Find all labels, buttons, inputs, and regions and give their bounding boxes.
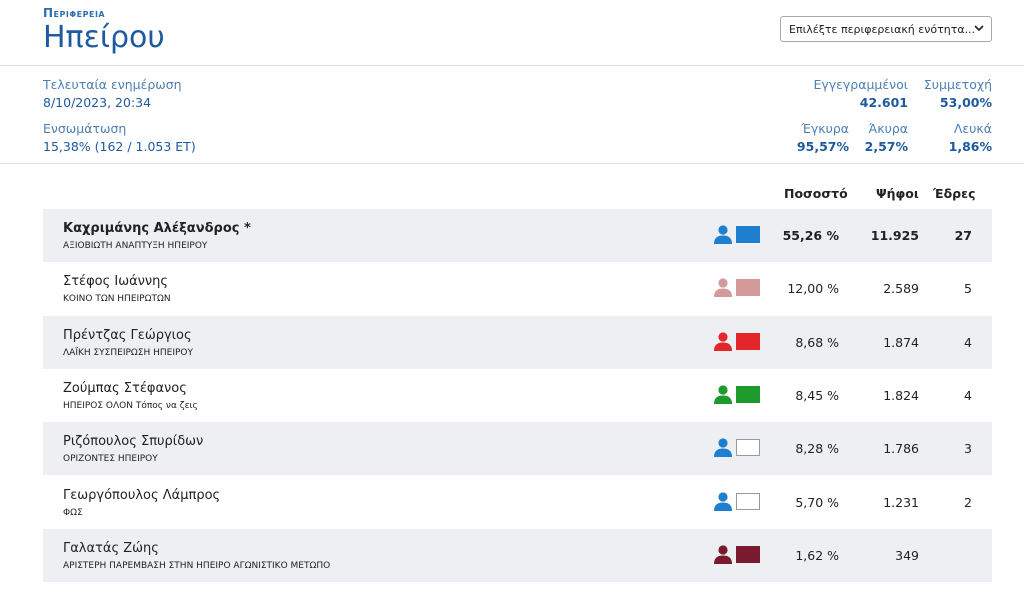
valid-value: 95,57% bbox=[796, 139, 849, 154]
vote-count: 11.925 bbox=[870, 228, 919, 243]
party-color-swatch bbox=[736, 492, 760, 510]
turnout: Συμμετοχή 53,00% bbox=[924, 77, 992, 110]
regional-unit-select[interactable]: Επιλέξτε περιφερειακή ενότητα... bbox=[780, 16, 992, 42]
candidate-name: Ζούμπας Στέφανος bbox=[63, 380, 187, 396]
party-color-swatch bbox=[736, 439, 760, 457]
header-seats: Έδρες bbox=[933, 186, 976, 201]
party-color-swatch bbox=[736, 385, 760, 403]
meta-divider bbox=[0, 163, 1024, 164]
vote-count: 1.874 bbox=[883, 334, 919, 350]
vote-percent: 5,70 % bbox=[795, 494, 839, 510]
invalid: Άκυρα 2,57% bbox=[865, 121, 908, 154]
candidate-name: Γαλατάς Ζώης bbox=[63, 540, 159, 556]
regional-unit-select-value: Επιλέξτε περιφερειακή ενότητα... bbox=[789, 23, 976, 36]
registered-label: Εγγεγραμμένοι bbox=[813, 77, 908, 92]
candidate-name: Καχριμάνης Αλέξανδρος * bbox=[63, 221, 251, 236]
person-icon bbox=[713, 385, 733, 404]
region-title: Ηπείρου bbox=[43, 20, 165, 55]
party-name: ΑΞΙΟΒΙΩΤΗ ΑΝΑΠΤΥΞΗ ΗΠΕΙΡΟΥ bbox=[63, 241, 208, 251]
vote-count: 2.589 bbox=[883, 281, 919, 297]
last-update-value: 8/10/2023, 20:34 bbox=[43, 95, 152, 110]
party-name: ΗΠΕΙΡΟΣ ΟΛΟΝ Τόπος να ζεις bbox=[63, 400, 198, 411]
turnout-label: Συμμετοχή bbox=[923, 77, 992, 92]
integration-label: Ενσωμάτωση bbox=[43, 121, 127, 136]
candidate-name: Ριζόπουλος Σπυρίδων bbox=[63, 434, 204, 450]
integration-value: 15,38% (162 / 1.053 ΕΤ) bbox=[43, 139, 196, 154]
vote-percent: 12,00 % bbox=[787, 281, 839, 297]
header-votes: Ψήφοι bbox=[876, 186, 919, 201]
party-name: ΦΩΣ bbox=[63, 507, 83, 518]
registered-value: 42.601 bbox=[859, 95, 908, 110]
valid: Έγκυρα 95,57% bbox=[797, 121, 849, 154]
person-icon bbox=[713, 225, 733, 244]
table-row[interactable]: Ζούμπας Στέφανος ΗΠΕΙΡΟΣ ΟΛΟΝ Τόπος να ζε… bbox=[43, 369, 992, 422]
table-row[interactable]: Πρέντζας Γεώργιος ΛΑΪΚΗ ΣΥΣΠΕΙΡΩΣΗ ΗΠΕΙΡΟ… bbox=[43, 315, 992, 369]
integration: Ενσωμάτωση 15,38% (162 / 1.053 ΕΤ) bbox=[43, 121, 196, 154]
candidate-name: Γεωργόπουλος Λάμπρος bbox=[63, 487, 221, 503]
party-name: ΑΡΙΣΤΕΡΗ ΠΑΡΕΜΒΑΣΗ ΣΤΗΝ ΗΠΕΙΡΟ ΑΓΩΝΙΣΤΙΚ… bbox=[63, 560, 331, 571]
vote-percent: 1,62 % bbox=[795, 547, 839, 563]
vote-percent: 55,26 % bbox=[782, 228, 839, 243]
party-color-swatch bbox=[736, 279, 760, 297]
registered: Εγγεγραμμένοι 42.601 bbox=[813, 77, 908, 110]
vote-count: 1.786 bbox=[883, 441, 919, 457]
party-color-swatch bbox=[736, 545, 760, 563]
seat-count: 2 bbox=[964, 494, 972, 510]
vote-count: 1.231 bbox=[883, 494, 919, 510]
vote-percent: 8,68 % bbox=[795, 334, 839, 350]
header-percent: Ποσοστό bbox=[784, 186, 848, 201]
party-name: ΟΡΙΖΟΝΤΕΣ ΗΠΕΙΡΟΥ bbox=[63, 454, 158, 465]
seat-count: 4 bbox=[964, 334, 972, 350]
vote-percent: 8,45 % bbox=[795, 387, 839, 403]
vote-count: 349 bbox=[895, 547, 919, 563]
person-icon bbox=[713, 492, 733, 511]
party-color-swatch bbox=[736, 226, 760, 243]
invalid-label: Άκυρα bbox=[868, 121, 908, 136]
table-row[interactable]: Ριζόπουλος Σπυρίδων ΟΡΙΖΟΝΤΕΣ ΗΠΕΙΡΟΥ 8,28… bbox=[43, 422, 992, 476]
candidate-name: Στέφος Ιωάννης bbox=[63, 274, 169, 290]
seat-count: 27 bbox=[954, 228, 972, 243]
table-row[interactable]: Στέφος Ιωάννης ΚΟΙΝΟ ΤΩΝ ΗΠΕΙΡΩΤΩΝ 12,00 %… bbox=[43, 262, 992, 315]
last-update-label: Τελευταία ενημέρωση bbox=[43, 77, 182, 92]
seat-count: 3 bbox=[964, 441, 972, 457]
seat-count: 4 bbox=[964, 387, 972, 403]
region-label: Περιφερεια bbox=[43, 6, 106, 20]
person-icon bbox=[713, 332, 733, 351]
blank: Λευκά 1,86% bbox=[949, 121, 992, 154]
candidate-name: Πρέντζας Γεώργιος bbox=[63, 327, 192, 343]
vote-percent: 8,28 % bbox=[795, 441, 839, 457]
party-name: ΛΑΪΚΗ ΣΥΣΠΕΙΡΩΣΗ ΗΠΕΙΡΟΥ bbox=[63, 347, 193, 358]
chevron-down-icon bbox=[974, 25, 984, 32]
table-row[interactable]: Καχριμάνης Αλέξανδρος * ΑΞΙΟΒΙΩΤΗ ΑΝΑΠΤΥΞ… bbox=[43, 209, 992, 262]
header-divider bbox=[0, 65, 1024, 66]
valid-label: Έγκυρα bbox=[801, 121, 850, 136]
blank-label: Λευκά bbox=[953, 121, 992, 136]
seat-count: 5 bbox=[964, 281, 972, 297]
table-row[interactable]: Γεωργόπουλος Λάμπρος ΦΩΣ 5,70 % 1.231 2 bbox=[43, 476, 992, 529]
table-row[interactable]: Γαλατάς Ζώης ΑΡΙΣΤΕΡΗ ΠΑΡΕΜΒΑΣΗ ΣΤΗΝ ΗΠΕΙ… bbox=[43, 528, 992, 582]
person-icon bbox=[713, 545, 733, 564]
party-name: ΚΟΙΝΟ ΤΩΝ ΗΠΕΙΡΩΤΩΝ bbox=[63, 294, 171, 305]
invalid-value: 2,57% bbox=[864, 139, 908, 154]
person-icon bbox=[713, 278, 733, 297]
party-color-swatch bbox=[736, 332, 760, 350]
person-icon bbox=[713, 438, 733, 457]
turnout-value: 53,00% bbox=[939, 95, 992, 110]
last-update: Τελευταία ενημέρωση 8/10/2023, 20:34 bbox=[43, 77, 182, 110]
blank-value: 1,86% bbox=[948, 139, 992, 154]
vote-count: 1.824 bbox=[883, 387, 919, 403]
